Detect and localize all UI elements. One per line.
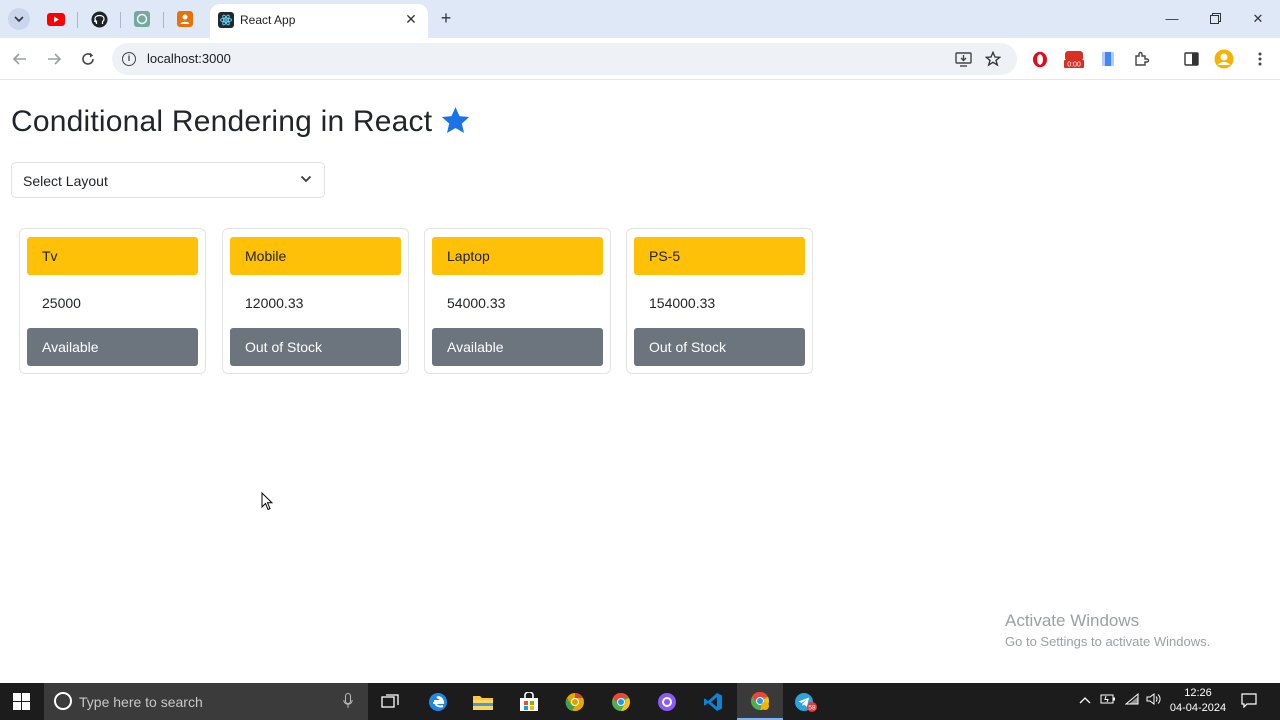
card-footer: Available — [432, 328, 603, 366]
install-app-icon[interactable] — [953, 49, 973, 69]
side-panel-icon[interactable] — [1181, 49, 1201, 69]
tray-chevron-up-icon[interactable] — [1079, 693, 1091, 707]
wifi-icon[interactable] — [1124, 692, 1139, 708]
product-status: Available — [42, 339, 99, 355]
forward-icon[interactable] — [43, 48, 65, 70]
product-name: Tv — [42, 248, 58, 264]
page-content: Conditional Rendering in React Select La… — [0, 81, 1280, 683]
product-price: 12000.33 — [245, 295, 304, 311]
chrome-icon[interactable] — [598, 683, 644, 720]
chrome-canary-icon[interactable] — [552, 683, 598, 720]
github-desktop-icon[interactable] — [644, 683, 690, 720]
product-price: 54000.33 — [447, 295, 506, 311]
battery-icon[interactable] — [1100, 693, 1116, 708]
pinned-tab-youtube[interactable] — [47, 10, 65, 28]
cortana-icon — [54, 692, 72, 710]
document-extension-icon[interactable] — [1098, 49, 1118, 69]
close-tab-icon[interactable]: ✕ — [402, 10, 420, 28]
store-icon[interactable] — [506, 683, 552, 720]
taskbar-clock[interactable]: 12:26 04-04-2024 — [1168, 686, 1228, 716]
edge-icon[interactable] — [415, 683, 461, 720]
chevron-down-icon — [14, 16, 24, 22]
microphone-icon[interactable] — [343, 693, 353, 709]
file-explorer-icon[interactable] — [460, 683, 506, 720]
clock-time: 12:26 — [1184, 687, 1212, 699]
product-card: Tv 25000 Available — [19, 228, 206, 374]
product-status: Available — [447, 339, 504, 355]
close-window-icon[interactable]: ✕ — [1246, 9, 1270, 29]
chrome-active-window-icon[interactable] — [737, 683, 783, 720]
extensions-puzzle-icon[interactable] — [1132, 49, 1152, 69]
card-footer: Out of Stock — [634, 328, 805, 366]
watermark-title: Activate Windows — [1005, 611, 1140, 630]
tab-title: React App — [240, 13, 296, 27]
browser-menu-icon[interactable] — [1250, 49, 1270, 69]
address-toolbar: i localhost:3000 0:00 — [0, 38, 1280, 80]
pinned-tab-app[interactable] — [176, 10, 194, 28]
card-footer: Out of Stock — [230, 328, 401, 366]
star-icon — [441, 107, 470, 134]
notification-center-icon[interactable] — [1241, 693, 1257, 711]
clock-date: 04-04-2024 — [1169, 702, 1227, 714]
person-icon — [177, 11, 193, 27]
card-header: Tv — [27, 237, 198, 275]
minimize-icon[interactable]: — — [1160, 9, 1184, 29]
product-price: 25000 — [42, 295, 81, 311]
product-card: Laptop 54000.33 Available — [424, 228, 611, 374]
card-footer: Available — [27, 328, 198, 366]
browser-tab-bar: React App ✕ + — ✕ — [0, 0, 1280, 38]
tab-search-button[interactable] — [8, 8, 30, 30]
back-icon[interactable] — [9, 48, 31, 70]
volume-icon[interactable] — [1146, 693, 1162, 708]
chevron-down-icon — [300, 175, 312, 183]
taskbar-search-box[interactable]: Type here to search — [44, 683, 368, 720]
windows-taskbar: Type here to search 58 12:26 04-04-2024 — [0, 683, 1280, 720]
reload-icon[interactable] — [77, 48, 99, 70]
mouse-cursor-icon — [261, 492, 273, 511]
windows-start-icon[interactable] — [13, 693, 30, 710]
product-card: Mobile 12000.33 Out of Stock — [222, 228, 409, 374]
opera-icon[interactable] — [1030, 49, 1050, 69]
card-header: Laptop — [432, 237, 603, 275]
product-name: Mobile — [245, 248, 287, 264]
product-name: PS-5 — [649, 248, 681, 264]
restore-icon[interactable] — [1203, 9, 1227, 29]
product-status: Out of Stock — [245, 339, 323, 355]
omnibox[interactable]: i localhost:3000 — [112, 43, 1017, 75]
page-title: Conditional Rendering in React — [11, 105, 433, 138]
bookmark-star-icon[interactable] — [983, 49, 1003, 69]
layout-select-value: Select Layout — [23, 173, 108, 189]
layout-select[interactable]: Select Layout — [11, 162, 325, 198]
search-placeholder: Type here to search — [79, 694, 203, 710]
telegram-icon[interactable]: 58 — [783, 683, 829, 720]
new-tab-button[interactable]: + — [437, 9, 455, 27]
task-view-icon[interactable] — [367, 683, 413, 720]
react-icon — [218, 12, 234, 28]
activate-windows-watermark: Activate Windows Go to Settings to activ… — [1005, 611, 1210, 649]
vscode-icon[interactable] — [690, 683, 736, 720]
card-header: PS-5 — [634, 237, 805, 275]
recorder-extension-icon[interactable]: 0:00 — [1063, 49, 1085, 69]
product-card: PS-5 154000.33 Out of Stock — [626, 228, 813, 374]
telegram-badge: 58 — [808, 704, 816, 711]
pinned-tab-chatgpt[interactable] — [133, 10, 151, 28]
product-price: 154000.33 — [649, 295, 716, 311]
watermark-subtitle: Go to Settings to activate Windows. — [1005, 634, 1211, 649]
product-status: Out of Stock — [649, 339, 727, 355]
card-header: Mobile — [230, 237, 401, 275]
site-info-icon[interactable]: i — [122, 52, 136, 66]
tab-react-app[interactable]: React App ✕ — [210, 4, 428, 38]
youtube-icon — [47, 12, 65, 26]
profile-avatar-icon[interactable] — [1214, 49, 1234, 69]
github-icon — [91, 11, 107, 27]
url-text: localhost:3000 — [147, 51, 231, 66]
product-name: Laptop — [447, 248, 490, 264]
recorder-badge: 0:00 — [1067, 62, 1081, 69]
chatgpt-icon — [134, 11, 150, 27]
pinned-tab-github[interactable] — [90, 10, 108, 28]
